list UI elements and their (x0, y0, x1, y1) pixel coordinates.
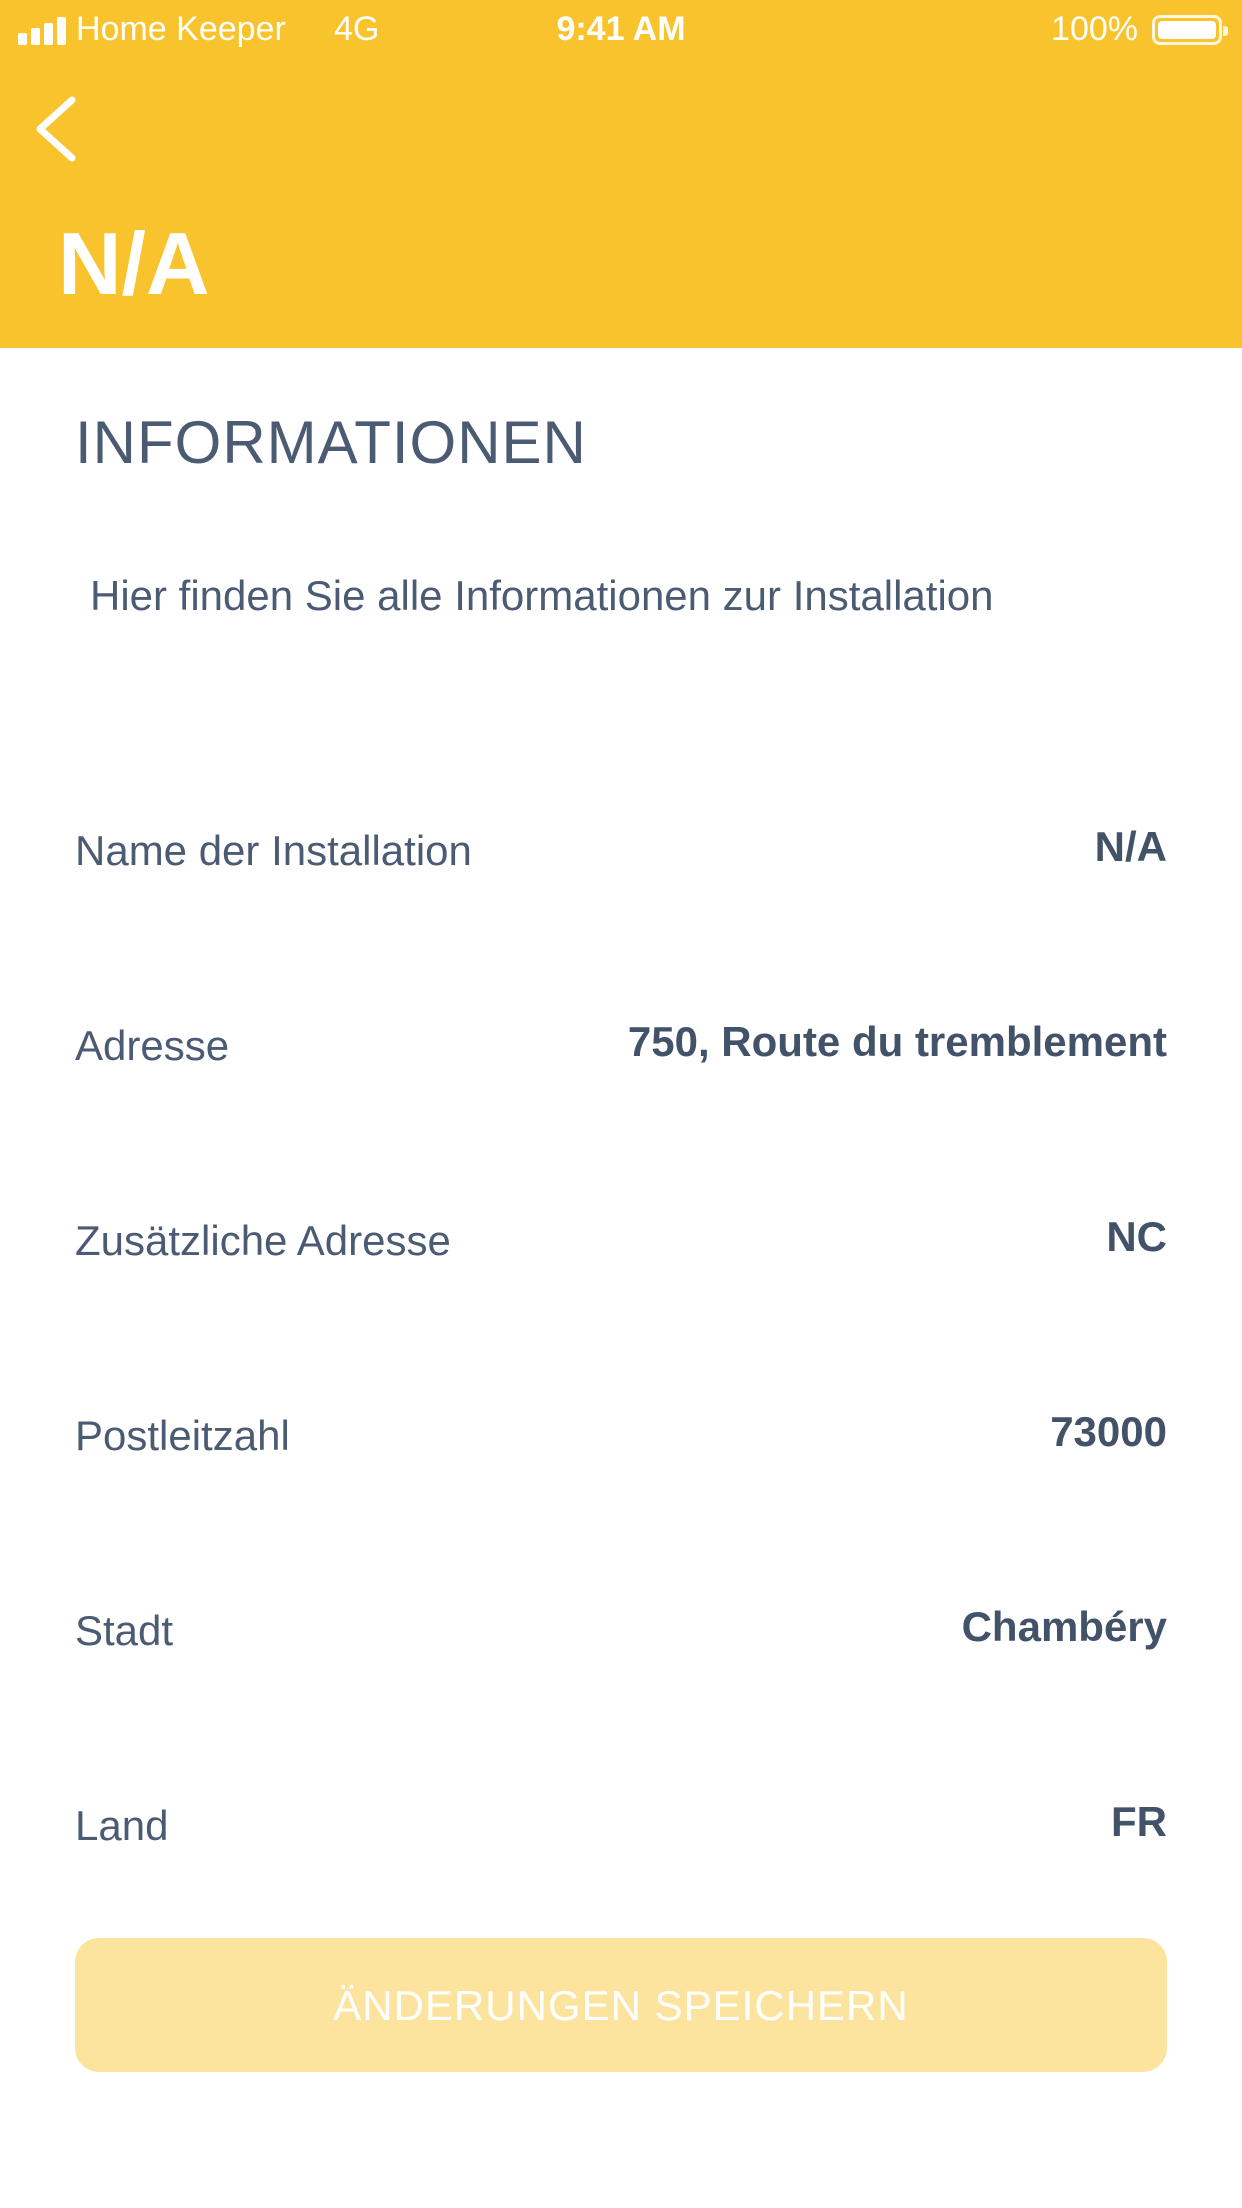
section-description: Hier finden Sie alle Informationen zur I… (90, 572, 994, 619)
chevron-left-icon (36, 96, 76, 162)
header-bar: Home Keeper 4G 9:41 AM 100% N/A (0, 0, 1242, 348)
status-bar: Home Keeper 4G 9:41 AM 100% (0, 0, 1242, 62)
info-label: Stadt (75, 1607, 174, 1654)
info-row-city[interactable]: Stadt Chambéry (75, 1575, 1167, 1655)
info-value: FR (1111, 1798, 1167, 1845)
info-label: Adresse (75, 1022, 230, 1069)
installation-info-screen: Home Keeper 4G 9:41 AM 100% N/A INFORMAT… (0, 0, 1242, 2208)
info-label: Zusätzliche Adresse (75, 1217, 451, 1264)
info-value: N/A (1094, 823, 1167, 870)
info-label: Land (75, 1802, 169, 1849)
info-row-country[interactable]: Land FR (75, 1770, 1167, 1850)
back-button[interactable] (22, 84, 92, 174)
info-value: NC (1106, 1213, 1167, 1260)
info-row-postal-code[interactable]: Postleitzahl 73000 (75, 1380, 1167, 1460)
section-title: INFORMATIONEN (75, 409, 587, 476)
info-row-address[interactable]: Adresse 750, Route du tremblement (75, 990, 1167, 1070)
info-value: Chambéry (961, 1603, 1167, 1650)
page-title: N/A (58, 214, 210, 313)
battery-icon (1152, 15, 1228, 45)
info-value: 750, Route du tremblement (627, 1018, 1167, 1065)
battery-percentage: 100% (1051, 10, 1138, 48)
info-label: Name der Installation (75, 827, 472, 874)
save-changes-button[interactable]: ÄNDERUNGEN SPEICHERN (75, 1938, 1167, 2072)
info-label: Postleitzahl (75, 1412, 290, 1459)
info-row-installation-name[interactable]: Name der Installation N/A (75, 795, 1167, 875)
info-row-additional-address[interactable]: Zusätzliche Adresse NC (75, 1185, 1167, 1265)
info-value: 73000 (1050, 1408, 1167, 1455)
